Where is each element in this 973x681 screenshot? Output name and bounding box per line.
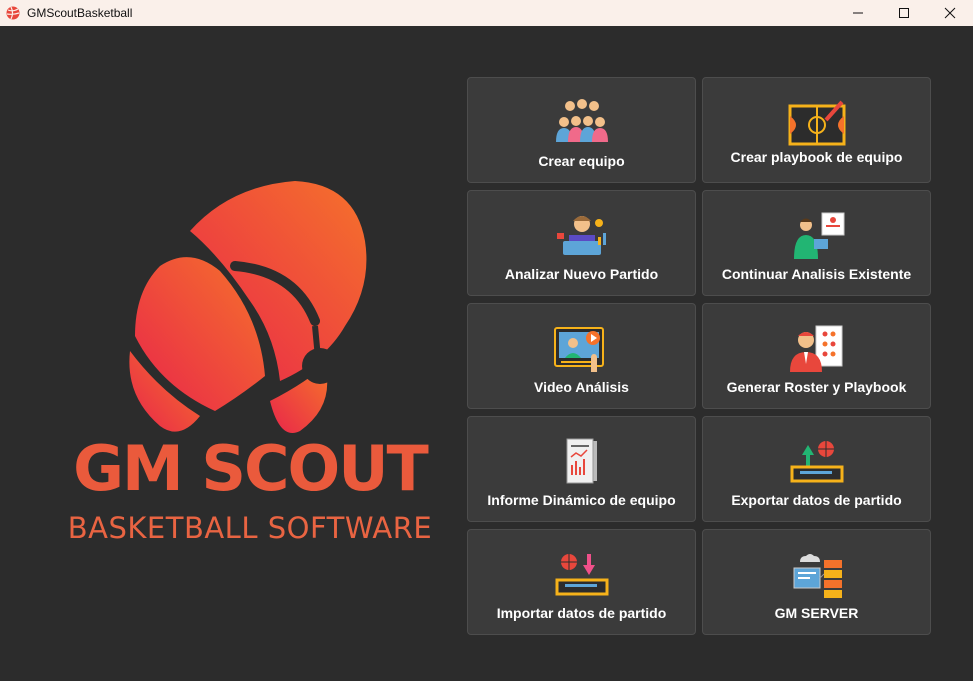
- generate-roster-button[interactable]: Generar Roster y Playbook: [702, 303, 931, 409]
- playbook-court-icon: [788, 100, 845, 146]
- create-playbook-button[interactable]: Crear playbook de equipo: [702, 77, 931, 183]
- maximize-icon: [899, 8, 909, 18]
- logo-subtitle: BASKETBALL SOFTWARE: [67, 511, 433, 545]
- team-report-button[interactable]: Informe Dinámico de equipo: [467, 416, 696, 522]
- basketball-logo-icon: [129, 181, 367, 433]
- title-bar: GMScoutBasketball: [0, 0, 973, 26]
- brand-logo: GM SCOUT BASKETBALL SOFTWARE: [0, 26, 470, 681]
- export-icon: [790, 441, 843, 483]
- continue-analysis-button[interactable]: Continuar Analisis Existente: [702, 190, 931, 296]
- server-icon: [793, 554, 842, 598]
- analyze-new-match-label: Analizar Nuevo Partido: [504, 266, 659, 282]
- app-basketball-icon: [6, 6, 20, 20]
- presentation-icon: [793, 212, 844, 259]
- minimize-button[interactable]: [835, 0, 881, 26]
- create-team-button[interactable]: Crear equipo: [467, 77, 696, 183]
- continue-analysis-label: Continuar Analisis Existente: [721, 266, 912, 282]
- maximize-button[interactable]: [881, 0, 927, 26]
- video-analysis-button[interactable]: Video Análisis: [467, 303, 696, 409]
- window-title: GMScoutBasketball: [27, 6, 133, 20]
- close-button[interactable]: [927, 0, 973, 26]
- team-report-label: Informe Dinámico de equipo: [487, 492, 676, 508]
- analyze-new-match-button[interactable]: Analizar Nuevo Partido: [467, 190, 696, 296]
- create-playbook-label: Crear playbook de equipo: [730, 149, 903, 165]
- gm-server-label: GM SERVER: [774, 605, 859, 621]
- create-team-label: Crear equipo: [538, 153, 625, 169]
- import-icon: [555, 554, 608, 596]
- import-match-data-label: Importar datos de partido: [496, 605, 667, 621]
- report-icon: [566, 438, 597, 484]
- roster-icon: [789, 325, 842, 372]
- export-match-data-button[interactable]: Exportar datos de partido: [702, 416, 931, 522]
- team-icon: [555, 99, 608, 142]
- gm-server-button[interactable]: GM SERVER: [702, 529, 931, 635]
- minimize-icon: [853, 12, 863, 14]
- logo-title: GM SCOUT: [73, 432, 429, 505]
- close-icon: [944, 7, 956, 19]
- video-analysis-label: Video Análisis: [534, 379, 629, 395]
- import-match-data-button[interactable]: Importar datos de partido: [467, 529, 696, 635]
- video-icon: [553, 327, 604, 372]
- analyst-icon: [556, 216, 606, 255]
- export-match-data-label: Exportar datos de partido: [731, 492, 902, 508]
- generate-roster-label: Generar Roster y Playbook: [726, 379, 907, 395]
